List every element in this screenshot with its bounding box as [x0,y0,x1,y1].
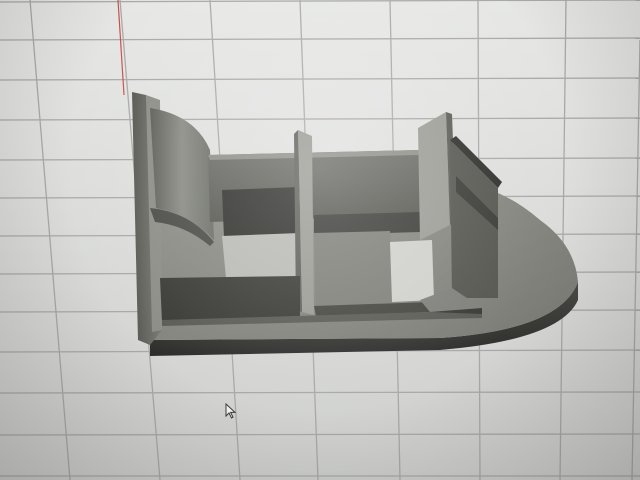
right-post [418,112,450,240]
cad-viewport[interactable] [0,0,640,480]
recess-right-floor [390,240,434,302]
recess-left [222,187,300,238]
boat-model[interactable] [0,0,640,480]
recess-left-floor [222,233,302,278]
recess-middle [314,212,420,235]
front-rail [160,276,300,322]
cursor-arrow-icon [225,403,237,419]
recess-middle-floor [314,231,392,308]
